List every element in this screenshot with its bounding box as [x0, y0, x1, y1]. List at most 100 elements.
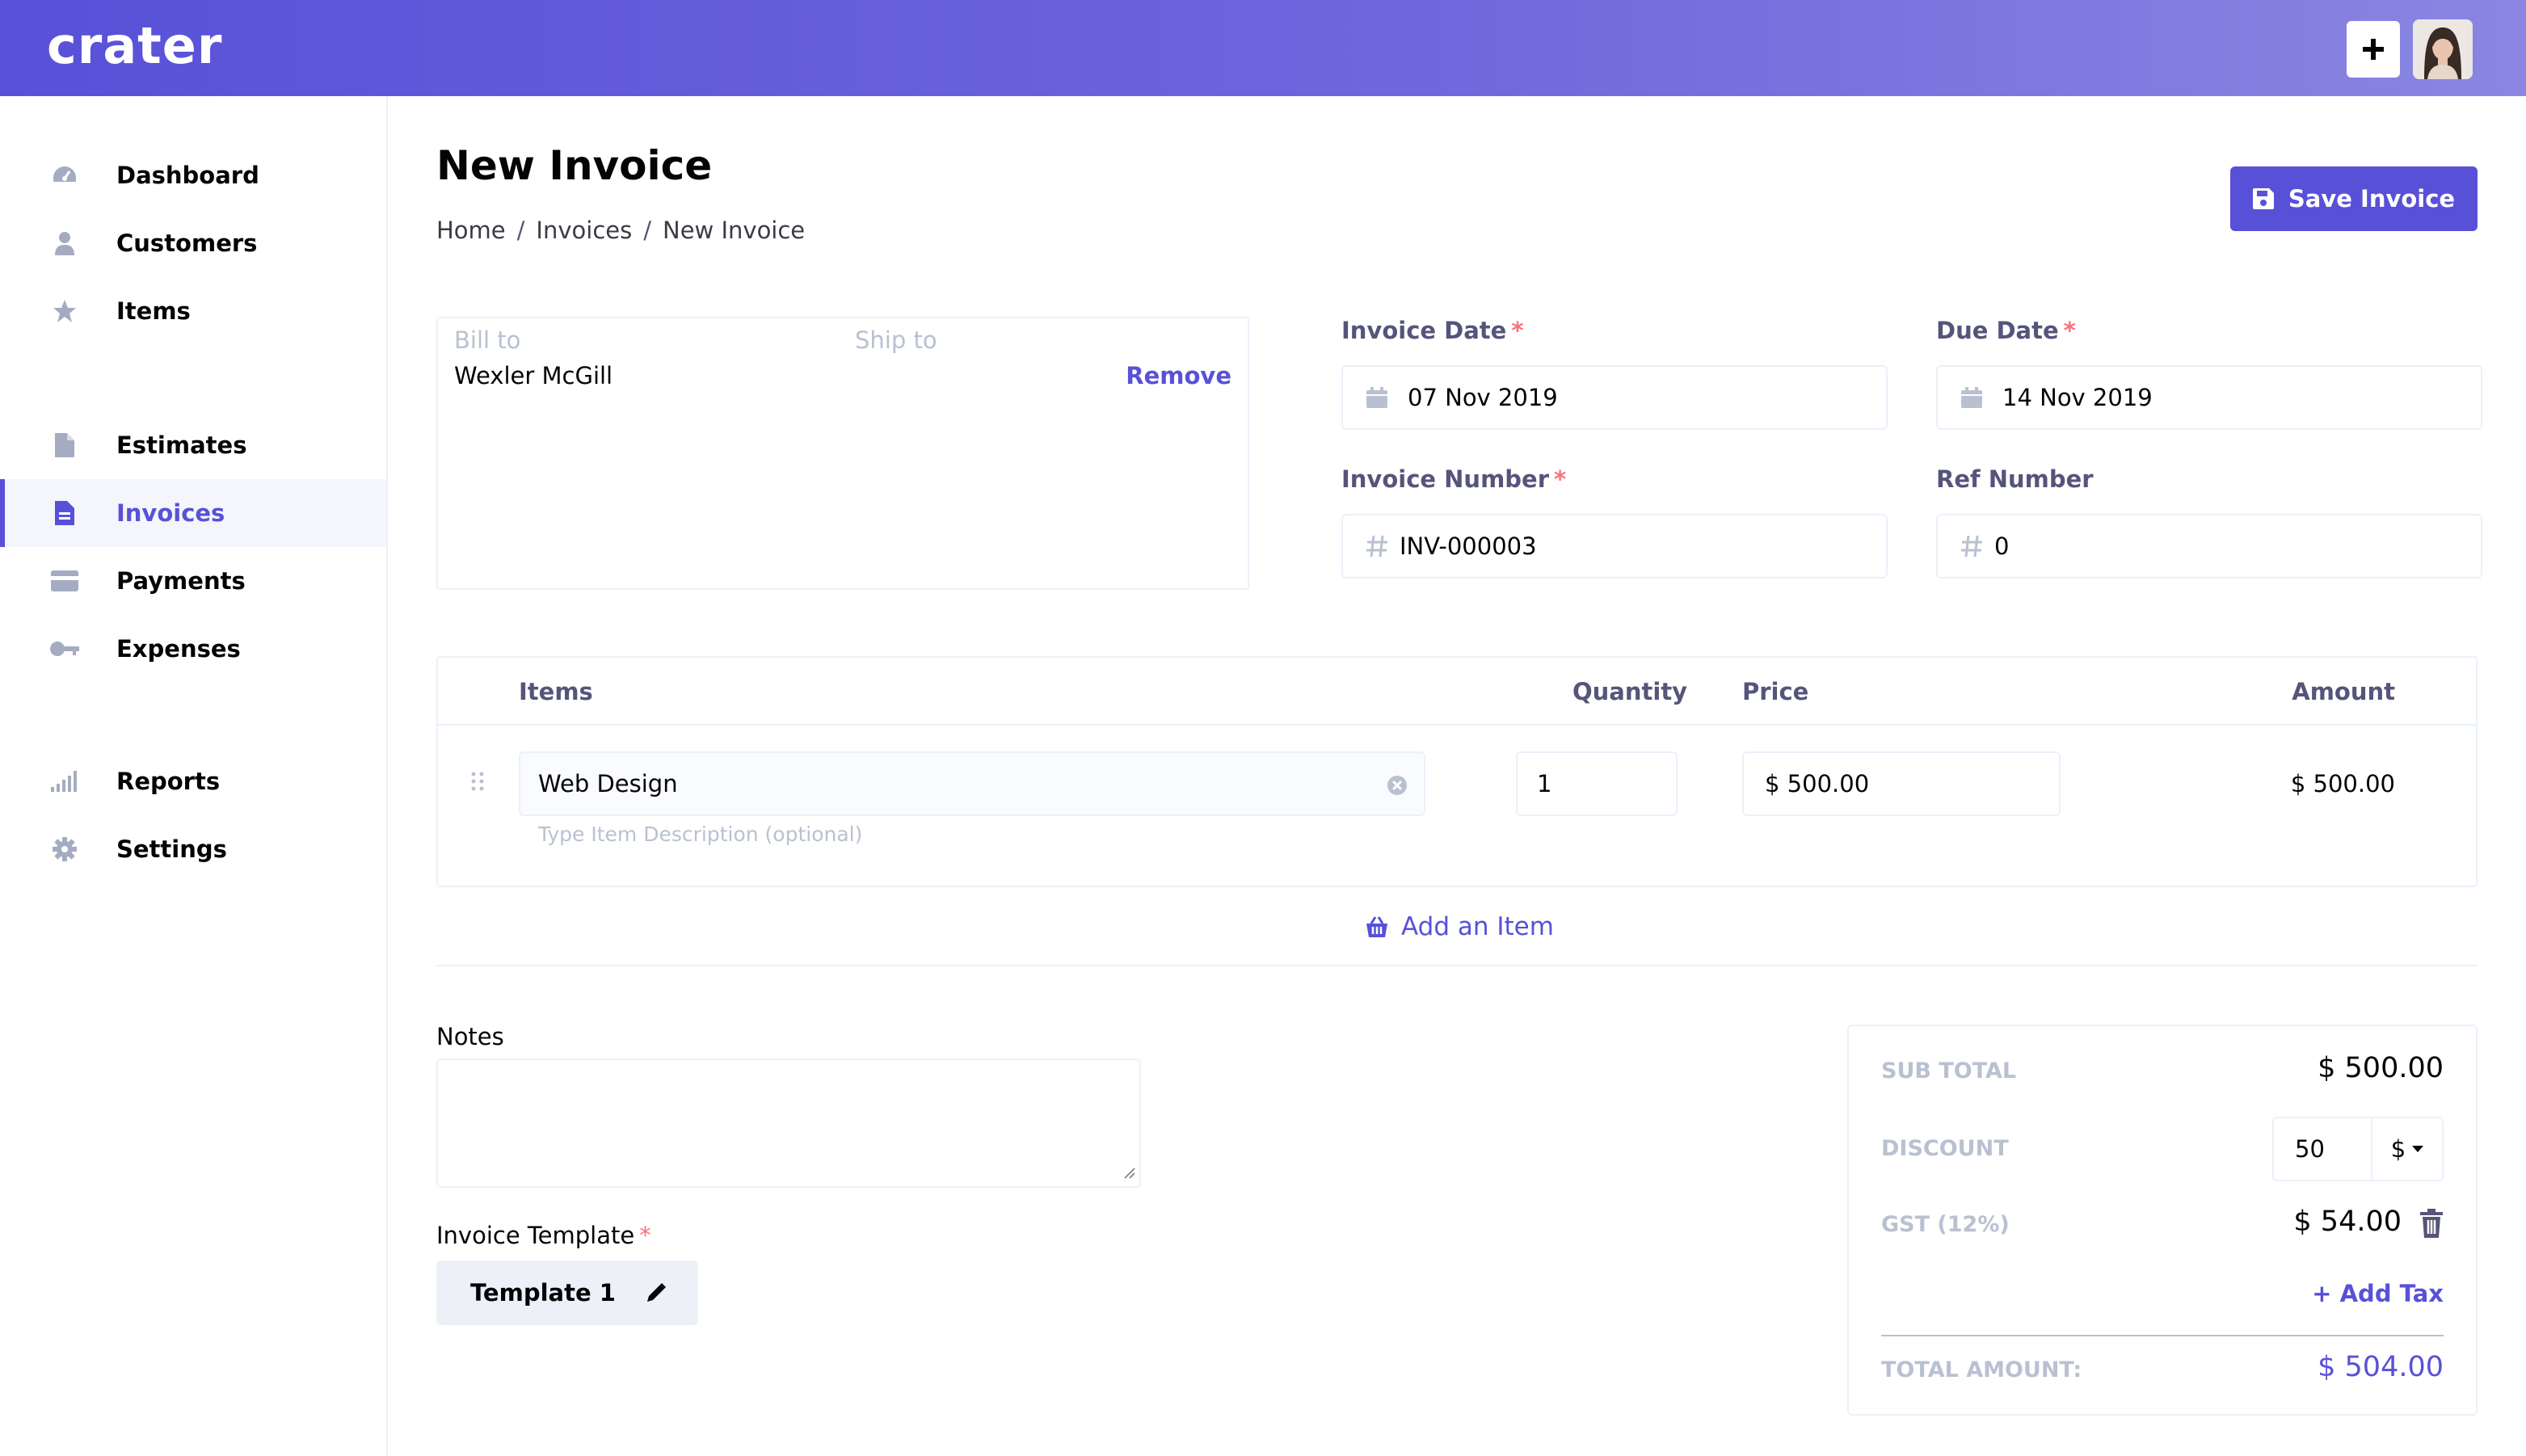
- add-item-button[interactable]: Add an Item: [1364, 907, 1554, 947]
- totals-divider: [1881, 1335, 2444, 1336]
- tax-value: $ 54.00: [2293, 1206, 2402, 1238]
- sidebar-item-items[interactable]: Items: [0, 277, 386, 345]
- quantity-input[interactable]: 1: [1516, 751, 1678, 816]
- required-mark: *: [639, 1222, 651, 1249]
- sidebar-item-estimates[interactable]: Estimates: [0, 411, 386, 479]
- ref-number-label-text: Ref Number: [1936, 465, 2094, 493]
- invoice-number-label-text: Invoice Number: [1341, 465, 1550, 493]
- sidebar-item-reports[interactable]: Reports: [0, 747, 386, 815]
- sidebar-item-customers[interactable]: Customers: [0, 209, 386, 277]
- ship-to-label: Ship to: [855, 326, 937, 354]
- section-divider: [436, 965, 2478, 966]
- items-column-header: Items: [519, 678, 593, 705]
- star-icon: [50, 298, 79, 324]
- notes-textarea[interactable]: [436, 1058, 1141, 1188]
- item-name-input[interactable]: Web Design: [519, 751, 1425, 816]
- item-amount: $ 500.00: [2290, 770, 2395, 797]
- calendar-icon: [1956, 387, 1988, 408]
- add-tax-link[interactable]: + Add Tax: [2312, 1280, 2444, 1307]
- select-template-button[interactable]: Template 1: [436, 1260, 698, 1325]
- sidebar-item-label: Invoices: [116, 499, 225, 527]
- crater-logo[interactable]: crater: [47, 10, 222, 82]
- breadcrumb-invoices[interactable]: Invoices: [536, 217, 632, 244]
- sidebar-item-label: Settings: [116, 835, 227, 863]
- invoice-date-label-text: Invoice Date: [1341, 317, 1507, 344]
- delete-tax-icon[interactable]: [2419, 1209, 2444, 1241]
- gear-icon: [50, 836, 79, 862]
- drag-handle-icon[interactable]: [470, 771, 485, 795]
- sidebar-item-settings[interactable]: Settings: [0, 815, 386, 883]
- due-date-label: Due Date *: [1936, 317, 2076, 344]
- price-input[interactable]: $ 500.00: [1742, 751, 2061, 816]
- remove-customer-link[interactable]: Remove: [1126, 362, 1231, 389]
- discount-input-group: 50 $: [2272, 1117, 2444, 1181]
- invoice-template-label-text: Invoice Template: [436, 1222, 635, 1249]
- save-invoice-button[interactable]: Save Invoice: [2230, 166, 2478, 231]
- clear-item-icon[interactable]: [1387, 774, 1408, 802]
- calendar-icon: [1361, 387, 1393, 408]
- notes-label: Notes: [436, 1023, 504, 1050]
- totals-panel: SUB TOTAL $ 500.00 DISCOUNT 50 $ GST (12…: [1847, 1025, 2478, 1416]
- ref-number-value: 0: [1994, 532, 2010, 560]
- customer-name: Wexler McGill: [454, 362, 613, 389]
- caret-down-icon: [2412, 1146, 2424, 1152]
- sidebar-item-label: Customers: [116, 229, 258, 257]
- discount-unit: $: [2390, 1135, 2406, 1163]
- total-amount-label: TOTAL AMOUNT:: [1881, 1357, 2082, 1382]
- item-description-input[interactable]: Type Item Description (optional): [538, 823, 862, 846]
- sidebar-item-invoices[interactable]: Invoices: [0, 479, 386, 547]
- breadcrumb-separator: /: [643, 217, 651, 244]
- quick-create-button[interactable]: [2347, 21, 2400, 78]
- price-value: $ 500.00: [1765, 770, 1870, 797]
- sidebar-item-label: Items: [116, 297, 191, 325]
- dashboard-icon: [50, 162, 79, 188]
- save-invoice-label: Save Invoice: [2288, 185, 2456, 213]
- invoice-number-value: INV-000003: [1400, 532, 1537, 560]
- pencil-icon: [647, 1283, 666, 1302]
- sidebar-item-expenses[interactable]: Expenses: [0, 615, 386, 683]
- basket-icon: [1366, 916, 1387, 937]
- ref-number-input[interactable]: 0: [1936, 514, 2482, 579]
- sidebar-item-payments[interactable]: Payments: [0, 547, 386, 615]
- resize-grip-icon[interactable]: [1123, 1167, 1136, 1183]
- items-table: Items Quantity Price Amount Web Design T…: [436, 656, 2478, 887]
- key-icon: [50, 636, 79, 662]
- page-title: New Invoice: [436, 142, 713, 189]
- sidebar-item-dashboard[interactable]: Dashboard: [0, 141, 386, 209]
- sidebar: Dashboard Customers Items Estimates Invo…: [0, 96, 388, 1456]
- items-table-header: Items Quantity Price Amount: [438, 658, 2476, 726]
- add-item-label: Add an Item: [1401, 912, 1554, 941]
- due-date-input[interactable]: 14 Nov 2019: [1936, 365, 2482, 430]
- save-icon: [2252, 188, 2274, 209]
- invoice-date-input[interactable]: 07 Nov 2019: [1341, 365, 1888, 430]
- signal-icon: [50, 768, 79, 794]
- due-date-label-text: Due Date: [1936, 317, 2059, 344]
- sub-total-label: SUB TOTAL: [1881, 1058, 2017, 1084]
- sidebar-item-label: Expenses: [116, 635, 241, 663]
- quantity-column-header: Quantity: [1572, 678, 1688, 705]
- due-date-value: 14 Nov 2019: [2002, 384, 2153, 411]
- breadcrumb-home[interactable]: Home: [436, 217, 506, 244]
- top-navigation-bar: crater: [0, 0, 2526, 96]
- discount-label: DISCOUNT: [1881, 1136, 2009, 1161]
- user-avatar[interactable]: [2413, 19, 2473, 79]
- discount-type-select[interactable]: $: [2372, 1118, 2442, 1180]
- sidebar-item-label: Payments: [116, 567, 246, 595]
- hash-icon: [1956, 534, 1988, 558]
- ref-number-label: Ref Number: [1936, 465, 2094, 493]
- amount-column-header: Amount: [2292, 678, 2395, 705]
- invoice-number-input[interactable]: INV-000003: [1341, 514, 1888, 579]
- required-mark: *: [1511, 317, 1524, 344]
- discount-input[interactable]: 50: [2274, 1118, 2372, 1180]
- invoice-template-label: Invoice Template *: [436, 1222, 651, 1249]
- discount-value: 50: [2295, 1135, 2325, 1163]
- user-icon: [50, 230, 79, 256]
- document-icon: [50, 432, 79, 458]
- customer-address-box[interactable]: Bill to Ship to Wexler McGill Remove: [436, 317, 1249, 590]
- required-mark: *: [2063, 317, 2076, 344]
- price-column-header: Price: [1742, 678, 1809, 705]
- quantity-value: 1: [1537, 770, 1552, 797]
- total-amount-value: $ 504.00: [2318, 1351, 2444, 1383]
- plus-icon: [2363, 39, 2384, 60]
- invoice-number-label: Invoice Number *: [1341, 465, 1566, 493]
